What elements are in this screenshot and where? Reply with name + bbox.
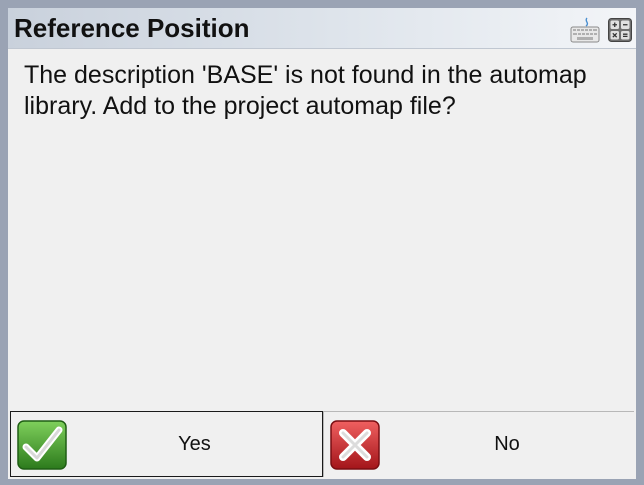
dialog-frame: Reference Position The description 'BASE… xyxy=(8,8,636,479)
no-button-label: No xyxy=(494,433,520,455)
calculator-icon[interactable] xyxy=(608,18,632,42)
checkmark-icon xyxy=(17,420,67,470)
dialog-window: Reference Position The description 'BASE… xyxy=(0,0,644,485)
x-mark-icon xyxy=(330,420,380,470)
keyboard-icon[interactable] xyxy=(570,17,600,43)
no-button[interactable]: No xyxy=(323,411,634,477)
dialog-message: The description 'BASE' is not found in t… xyxy=(24,61,587,120)
yes-button[interactable]: Yes xyxy=(10,411,323,477)
yes-button-label: Yes xyxy=(178,432,211,455)
dialog-title: Reference Position xyxy=(14,13,250,43)
title-bar: Reference Position xyxy=(8,8,636,49)
